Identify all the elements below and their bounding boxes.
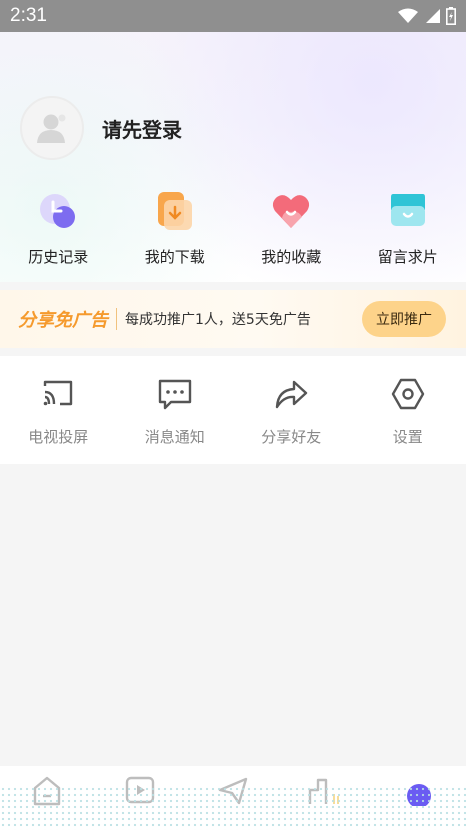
signal-icon <box>426 9 440 23</box>
wifi-icon <box>398 8 418 23</box>
quick-item-history[interactable]: 历史记录 <box>0 190 117 270</box>
message-notification-icon <box>158 379 191 410</box>
system-icons <box>398 7 456 25</box>
download-icon <box>154 190 196 232</box>
avatar[interactable] <box>20 96 84 160</box>
tool-settings[interactable]: 设置 <box>350 356 466 464</box>
profile-header: 请先登录 历史记录 我的下载 我的收藏 留言求片 <box>0 32 466 282</box>
quick-actions: 历史记录 我的下载 我的收藏 留言求片 <box>0 190 466 270</box>
quick-label-favorite: 我的收藏 <box>261 248 322 266</box>
tools-section: 电视投屏 消息通知 分享好友 设置 <box>0 356 466 464</box>
promote-now-button[interactable]: 立即推广 <box>362 301 446 337</box>
login-prompt[interactable]: 请先登录 <box>102 114 182 143</box>
quick-item-download[interactable]: 我的下载 <box>117 190 234 270</box>
history-clock-icon <box>37 190 79 232</box>
settings-icon <box>391 378 424 410</box>
tool-cast[interactable]: 电视投屏 <box>0 356 117 464</box>
tool-share[interactable]: 分享好友 <box>233 356 350 464</box>
tool-label-cast: 电视投屏 <box>28 428 89 446</box>
battery-icon <box>446 7 456 25</box>
quick-item-favorite[interactable]: 我的收藏 <box>233 190 350 270</box>
tool-messages[interactable]: 消息通知 <box>117 356 234 464</box>
status-time: 2:31 <box>10 5 47 26</box>
user-avatar-icon <box>37 114 66 143</box>
tool-label-settings: 设置 <box>392 428 423 446</box>
decorative-dots <box>0 786 466 830</box>
message-box-icon <box>387 190 429 232</box>
promo-brand: 分享免广告 <box>18 310 108 331</box>
tool-label-share: 分享好友 <box>261 428 322 446</box>
quick-item-request[interactable]: 留言求片 <box>350 190 466 270</box>
quick-label-request: 留言求片 <box>377 248 438 266</box>
cast-screen-icon <box>43 380 73 406</box>
promo-divider <box>116 308 117 330</box>
promo-text: 每成功推广1人，送5天免广告 <box>125 312 311 328</box>
tool-label-messages: 消息通知 <box>144 428 205 446</box>
promo-banner[interactable]: 分享免广告 每成功推广1人，送5天免广告 立即推广 <box>0 290 466 348</box>
favorite-heart-icon <box>270 190 312 232</box>
share-icon <box>276 380 308 409</box>
quick-label-history: 历史记录 <box>28 248 89 266</box>
quick-label-download: 我的下载 <box>144 248 205 266</box>
status-bar: 2:31 <box>0 0 466 32</box>
login-area[interactable]: 请先登录 <box>20 96 182 160</box>
